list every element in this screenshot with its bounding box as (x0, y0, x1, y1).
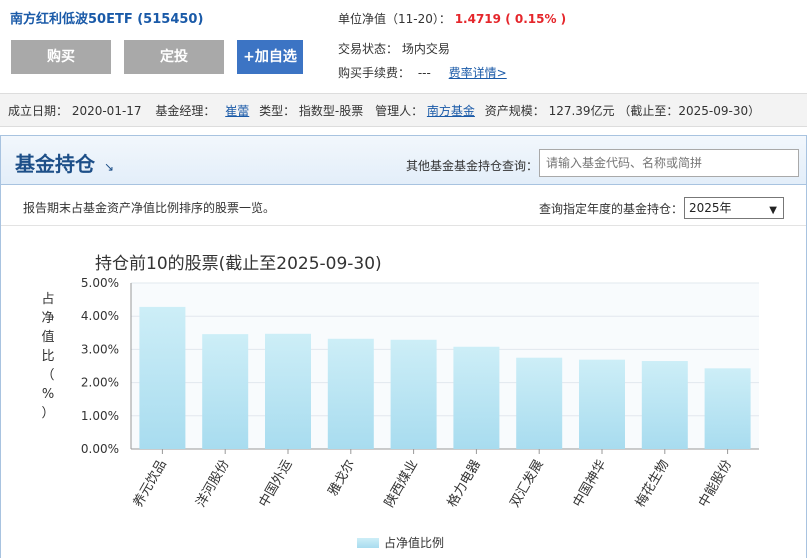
admin-link[interactable]: 南方基金 (427, 104, 475, 118)
y-axis-label-char: 值 (41, 329, 54, 345)
bar (202, 334, 249, 449)
bar (579, 359, 625, 449)
fund-type: 类型： 指数型-股票 (259, 104, 364, 118)
x-tick-label: 洋河股份 (194, 458, 233, 511)
year-select[interactable]: 2025年 ▼ (684, 197, 784, 219)
bar (516, 357, 563, 449)
x-tick-label: 陕西煤业 (382, 458, 421, 511)
x-tick-label: 中国外运 (256, 458, 295, 511)
fee-label: 购买手续费： (338, 66, 411, 80)
fee-value: --- (417, 66, 431, 80)
holdings-title: 基金持仓 (15, 152, 95, 176)
legend-swatch (357, 538, 379, 548)
chart-title: 持仓前10的股票(截止至2025-09-30) (95, 254, 382, 274)
bar (139, 306, 186, 449)
x-tick-label: 格力电器 (444, 457, 484, 510)
add-watchlist-button[interactable]: +加自选 (237, 40, 303, 74)
year-select-value: 2025年 (689, 201, 732, 215)
y-axis-label-char: % (42, 387, 54, 402)
fund-title[interactable]: 南方红利低波50ETF (515450) (10, 8, 203, 27)
x-tick-label: 双汇发展 (507, 457, 547, 510)
bar (265, 333, 311, 449)
holdings-chart: 持仓前10的股票(截止至2025-09-30) 0.00% 1.00% 2.00% 3… (41, 254, 759, 550)
y-axis-label-char: （ (41, 368, 54, 383)
admin-label: 管理人： (375, 104, 424, 118)
bar (453, 346, 500, 449)
nav-row: 单位净值（11-20）： 1.4719 ( 0.15% ) (338, 10, 566, 27)
y-tick-label: 3.00% (81, 342, 119, 356)
fee-row: 购买手续费： --- 费率详情> (338, 64, 507, 81)
x-tick-label: 养元饮品 (130, 457, 170, 510)
y-tick-label: 2.00% (81, 376, 119, 390)
y-axis-label-char: 净 (41, 311, 54, 326)
nav-label: 单位净值（11-20）： (338, 12, 451, 26)
manager-label: 基金经理： (155, 104, 216, 118)
trade-status: 交易状态： 场内交易 (338, 42, 450, 56)
asset-scale: 资产规模： 127.39亿元 （截止至：2025-09-30） (484, 104, 761, 118)
fee-detail-link[interactable]: 费率详情> (449, 66, 507, 80)
fund-info-bar: 成立日期： 2020-01-17 基金经理： 崔蕾 类型： 指数型-股票 管理人… (0, 93, 807, 127)
y-axis-label-char: 比 (41, 349, 54, 364)
established-date: 成立日期： 2020-01-17 (8, 104, 142, 118)
x-tick-label: 中国神华 (570, 458, 609, 511)
holdings-subbar: 报告期末占基金资产净值比例排序的股票一览。 查询指定年度的基金持仓： 2025年… (1, 185, 806, 226)
fund-header: 南方红利低波50ETF (515450) 购买 定投 +加自选 单位净值（11-… (0, 0, 807, 92)
y-axis-label-char: ） (41, 406, 54, 421)
bar (641, 361, 688, 449)
buy-button[interactable]: 购买 (11, 40, 111, 74)
holdings-header: 基金持仓 ↘ 其他基金基金持仓查询： (1, 136, 806, 185)
holdings-description: 报告期末占基金资产净值比例排序的股票一览。 (23, 201, 276, 215)
y-tick-label: 0.00% (81, 442, 119, 456)
fixed-investment-button[interactable]: 定投 (124, 40, 224, 74)
x-tick-label: 梅花生物 (632, 457, 672, 510)
legend-label: 占净值比例 (384, 535, 444, 550)
chevron-down-icon: ▼ (769, 205, 777, 216)
y-tick-label: 4.00% (81, 309, 119, 323)
x-tick-label: 雅戈尔 (326, 458, 358, 499)
nav-value: 1.4719 ( 0.15% ) (454, 12, 567, 26)
holdings-section: 基金持仓 ↘ 其他基金基金持仓查询： 报告期末占基金资产净值比例排序的股票一览。… (0, 135, 807, 558)
y-axis-label-char: 占 (41, 292, 54, 307)
x-tick-label: 中能股份 (696, 458, 735, 511)
year-label: 查询指定年度的基金持仓： (539, 202, 684, 216)
fund-search-input[interactable] (539, 149, 799, 177)
bar (327, 338, 374, 449)
manager-link[interactable]: 崔蕾 (225, 104, 249, 118)
bar (704, 368, 751, 449)
y-tick-label: 5.00% (81, 276, 119, 290)
query-label: 其他基金基金持仓查询： (406, 159, 539, 173)
bar (390, 339, 437, 449)
y-tick-label: 1.00% (81, 409, 119, 423)
expand-arrow-icon[interactable]: ↘ (104, 160, 114, 174)
